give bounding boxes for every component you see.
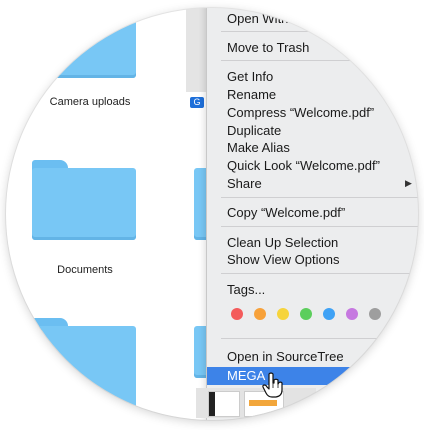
submenu-arrow-icon: ▶ xyxy=(405,178,412,188)
menu-separator xyxy=(221,197,418,198)
document-thumbnail[interactable] xyxy=(208,391,240,417)
documents-folder-icon[interactable] xyxy=(32,160,136,240)
camera-uploads-label[interactable]: Camera uploads xyxy=(30,96,150,108)
tag-purple-icon[interactable] xyxy=(346,308,358,320)
menu-separator xyxy=(221,60,418,61)
tag-yellow-icon[interactable] xyxy=(277,308,289,320)
menu-separator xyxy=(221,338,418,339)
menu-item-move-to-trash[interactable]: Move to Trash xyxy=(227,39,309,56)
tag-green-icon[interactable] xyxy=(300,308,312,320)
menu-item-duplicate[interactable]: Duplicate xyxy=(227,122,281,139)
menu-item-make-alias[interactable]: Make Alias xyxy=(227,139,290,156)
tag-red-icon[interactable] xyxy=(231,308,243,320)
hand-pointer-cursor-icon xyxy=(262,372,283,398)
menu-item-tags[interactable]: Tags... xyxy=(227,281,265,298)
menu-item-share[interactable]: Share xyxy=(227,175,262,192)
tag-gray-icon[interactable] xyxy=(369,308,381,320)
tag-orange-icon[interactable] xyxy=(254,308,266,320)
menu-item-open-in-sourcetree[interactable]: Open in SourceTree xyxy=(227,348,344,365)
menu-item-show-view-options[interactable]: Show View Options xyxy=(227,251,340,268)
magnified-view: Camera uploads Documents G Open With Mov… xyxy=(6,8,418,420)
menu-item-compress[interactable]: Compress “Welcome.pdf” xyxy=(227,104,374,121)
menu-item-open-with[interactable]: Open With xyxy=(227,10,288,27)
menu-item-mega-label: MEGA xyxy=(227,368,266,383)
menu-separator xyxy=(221,31,418,32)
folder-icon[interactable] xyxy=(32,318,136,420)
menu-separator xyxy=(221,226,418,227)
documents-label[interactable]: Documents xyxy=(32,264,138,276)
menu-item-quick-look[interactable]: Quick Look “Welcome.pdf” xyxy=(227,157,380,174)
menu-item-mega[interactable]: MEGA xyxy=(207,367,418,385)
menu-separator xyxy=(221,273,418,274)
menu-item-clean-up-selection[interactable]: Clean Up Selection xyxy=(227,234,338,251)
file-name-badge: G xyxy=(190,97,204,108)
selected-file-thumbnail xyxy=(186,8,206,92)
camera-uploads-folder-icon[interactable] xyxy=(28,20,136,78)
context-menu: Open With Move to Trash Get Info Rename … xyxy=(206,8,418,420)
tag-blue-icon[interactable] xyxy=(323,308,335,320)
menu-item-get-info[interactable]: Get Info xyxy=(227,68,273,85)
menu-item-copy[interactable]: Copy “Welcome.pdf” xyxy=(227,204,345,221)
menu-item-rename[interactable]: Rename xyxy=(227,86,276,103)
